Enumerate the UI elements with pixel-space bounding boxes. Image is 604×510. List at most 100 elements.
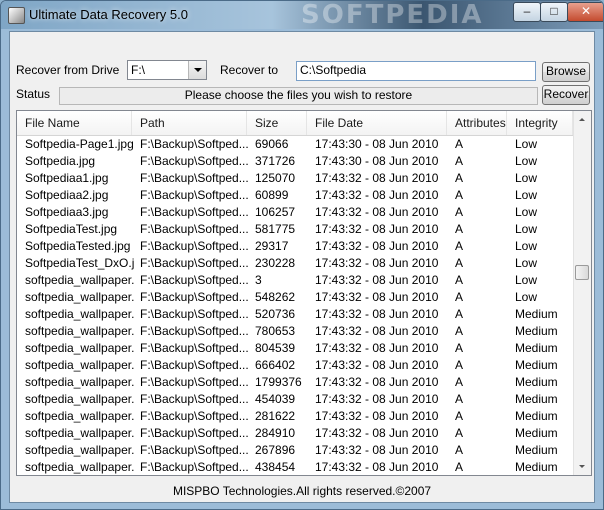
integrity-cell: Low <box>515 290 538 304</box>
file-date-cell: 17:43:32 - 08 Jun 2010 <box>315 426 439 440</box>
file-date-cell: 17:43:32 - 08 Jun 2010 <box>315 222 439 236</box>
path-cell: F:\Backup\Softped... <box>140 443 249 457</box>
table-row[interactable]: softpedia_wallpaper... F:\Backup\Softped.… <box>17 340 573 357</box>
table-row[interactable]: softpedia_wallpaper... F:\Backup\Softped.… <box>17 357 573 374</box>
attributes-cell: A <box>455 324 464 338</box>
size-cell: 520736 <box>255 307 296 321</box>
browse-button[interactable]: Browse <box>542 62 590 82</box>
maximize-button[interactable]: □ <box>540 2 568 22</box>
integrity-cell: Medium <box>515 443 558 457</box>
file-date-cell: 17:43:32 - 08 Jun 2010 <box>315 290 439 304</box>
attributes-cell: A <box>455 188 464 202</box>
attributes-cell: A <box>455 443 464 457</box>
path-cell: F:\Backup\Softped... <box>140 222 249 236</box>
integrity-cell: Medium <box>515 409 558 423</box>
file-name-cell: Softpedia-Page1.jpg <box>25 137 134 151</box>
file-date-cell: 17:43:30 - 08 Jun 2010 <box>315 154 439 168</box>
column-header-file-date[interactable]: File Date <box>307 111 447 135</box>
app-icon[interactable] <box>8 7 25 24</box>
table-row[interactable]: SoftpediaTest_DxO.j... F:\Backup\Softped.… <box>17 255 573 272</box>
table-row[interactable]: softpedia_wallpaper... F:\Backup\Softped.… <box>17 391 573 408</box>
column-header-integrity[interactable]: Integrity <box>507 111 573 135</box>
size-cell: 581775 <box>255 222 296 236</box>
copyright-text: MISPBO Technologies.All rights reserved.… <box>172 484 432 498</box>
file-date-cell: 17:43:32 - 08 Jun 2010 <box>315 307 439 321</box>
file-date-cell: 17:43:32 - 08 Jun 2010 <box>315 273 439 287</box>
file-name-cell: softpedia_wallpaper... <box>25 409 135 423</box>
close-button[interactable]: ✕ <box>567 2 603 22</box>
attributes-cell: A <box>455 307 464 321</box>
scroll-up-icon[interactable] <box>574 111 591 128</box>
file-date-cell: 17:43:32 - 08 Jun 2010 <box>315 205 439 219</box>
table-row[interactable]: softpedia_wallpaper... F:\Backup\Softped.… <box>17 306 573 323</box>
file-date-cell: 17:43:32 - 08 Jun 2010 <box>315 171 439 185</box>
path-cell: F:\Backup\Softped... <box>140 392 249 406</box>
path-cell: F:\Backup\Softped... <box>140 137 249 151</box>
recover-button[interactable]: Recover <box>542 85 590 105</box>
file-list-rows: Softpedia-Page1.jpg F:\Backup\Softped... 6… <box>17 136 573 475</box>
file-name-cell: softpedia_wallpaper... <box>25 443 135 457</box>
table-row[interactable]: softpedia_wallpaper... F:\Backup\Softped.… <box>17 442 573 459</box>
size-cell: 454039 <box>255 392 296 406</box>
attributes-cell: A <box>455 375 464 389</box>
file-date-cell: 17:43:30 - 08 Jun 2010 <box>315 137 439 151</box>
table-row[interactable]: Softpediaa3.jpg F:\Backup\Softped... 10625… <box>17 204 573 221</box>
table-row[interactable]: Softpediaa2.jpg F:\Backup\Softped... 60899… <box>17 187 573 204</box>
size-cell: 284910 <box>255 426 296 440</box>
scroll-thumb[interactable] <box>575 265 589 280</box>
path-cell: F:\Backup\Softped... <box>140 188 249 202</box>
file-list-header: File Name Path Size File Date Attributes… <box>17 111 573 136</box>
attributes-cell: A <box>455 358 464 372</box>
drive-select[interactable]: F:\ <box>127 60 207 80</box>
attributes-cell: A <box>455 409 464 423</box>
table-row[interactable]: softpedia_wallpaper... F:\Backup\Softped.… <box>17 374 573 391</box>
attributes-cell: A <box>455 154 464 168</box>
size-cell: 438454 <box>255 460 296 474</box>
file-name-cell: softpedia_wallpaper... <box>25 324 135 338</box>
file-name-cell: softpedia_wallpaper... <box>25 307 135 321</box>
chevron-down-icon[interactable] <box>188 61 206 79</box>
file-name-cell: softpedia_wallpaper... <box>25 426 135 440</box>
table-row[interactable]: Softpediaa1.jpg F:\Backup\Softped... 12507… <box>17 170 573 187</box>
file-list[interactable]: File Name Path Size File Date Attributes… <box>16 110 592 476</box>
table-row[interactable]: softpedia_wallpaper... F:\Backup\Softped.… <box>17 408 573 425</box>
attributes-cell: A <box>455 392 464 406</box>
recover-to-label: Recover to <box>220 63 279 77</box>
file-name-cell: SoftpediaTest_DxO.j... <box>25 256 135 270</box>
size-cell: 230228 <box>255 256 296 270</box>
app-window: SOFTPEDIA Ultimate Data Recovery 5.0 – □… <box>0 0 604 510</box>
size-cell: 60899 <box>255 188 289 202</box>
drive-select-value: F:\ <box>131 63 145 77</box>
column-header-size[interactable]: Size <box>247 111 307 135</box>
integrity-cell: Low <box>515 137 538 151</box>
table-row[interactable]: softpedia_wallpaper... F:\Backup\Softped.… <box>17 272 573 289</box>
minimize-button[interactable]: – <box>513 2 541 22</box>
integrity-cell: Medium <box>515 358 558 372</box>
column-header-attributes[interactable]: Attributes <box>447 111 507 135</box>
table-row[interactable]: Softpedia-Page1.jpg F:\Backup\Softped... 6… <box>17 136 573 153</box>
vertical-scrollbar[interactable] <box>573 111 591 475</box>
table-row[interactable]: softpedia_wallpaper... F:\Backup\Softped.… <box>17 425 573 442</box>
column-header-path[interactable]: Path <box>132 111 247 135</box>
scroll-down-icon[interactable] <box>574 458 591 475</box>
path-cell: F:\Backup\Softped... <box>140 171 249 185</box>
table-row[interactable]: SoftpediaTested.jpg F:\Backup\Softped... 2… <box>17 238 573 255</box>
integrity-cell: Low <box>515 256 538 270</box>
file-name-cell: Softpediaa3.jpg <box>25 205 109 219</box>
path-cell: F:\Backup\Softped... <box>140 205 249 219</box>
attributes-cell: A <box>455 239 464 253</box>
integrity-cell: Medium <box>515 426 558 440</box>
table-row[interactable]: SoftpediaTest.jpg F:\Backup\Softped... 581… <box>17 221 573 238</box>
table-row[interactable]: softpedia_wallpaper... F:\Backup\Softped.… <box>17 323 573 340</box>
recover-to-input[interactable] <box>297 62 533 78</box>
column-header-file-name[interactable]: File Name <box>17 111 132 135</box>
attributes-cell: A <box>455 222 464 236</box>
title-bar[interactable]: SOFTPEDIA Ultimate Data Recovery 5.0 – □… <box>1 1 603 29</box>
file-name-cell: softpedia_wallpaper... <box>25 341 135 355</box>
path-cell: F:\Backup\Softped... <box>140 256 249 270</box>
table-row[interactable]: softpedia_wallpaper... F:\Backup\Softped.… <box>17 289 573 306</box>
table-row[interactable]: Softpedia.jpg F:\Backup\Softped... 371726 1… <box>17 153 573 170</box>
file-name-cell: softpedia_wallpaper... <box>25 392 135 406</box>
attributes-cell: A <box>455 205 464 219</box>
table-row[interactable]: softpedia_wallpaper... F:\Backup\Softped.… <box>17 459 573 475</box>
